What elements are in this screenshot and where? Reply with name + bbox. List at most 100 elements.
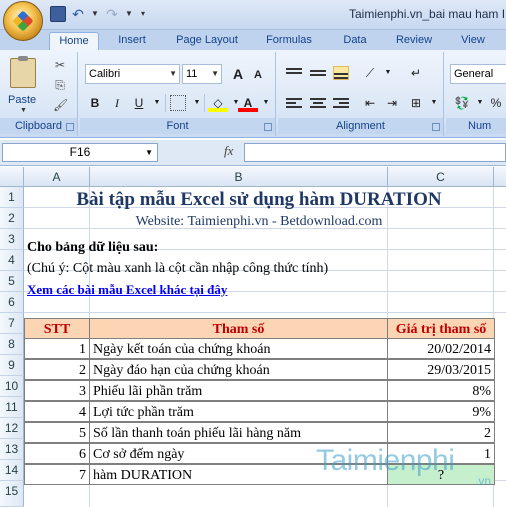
align-top-icon[interactable] [286,66,302,80]
accounting-format-icon[interactable]: 💱 [452,94,472,112]
row-header[interactable]: 5 [0,271,24,292]
insert-function-button[interactable]: fx [224,143,233,159]
table-cell-param[interactable]: Ngày kết toán của chứng khoán [89,338,388,359]
tab-view[interactable]: View [452,32,494,50]
row-header[interactable]: 15 [0,481,24,507]
copy-icon[interactable]: ⎘ [53,78,67,92]
align-left-icon[interactable] [286,96,302,110]
row-header[interactable]: 11 [0,397,24,418]
select-all-corner[interactable] [0,167,24,187]
examples-link[interactable]: Xem các bài mẫu Excel khác tại đây [27,279,227,300]
borders-icon[interactable] [170,95,186,111]
website-line[interactable]: Website: Taimienphi.vn - Betdownload.com [24,211,494,232]
sheet-title[interactable]: Bài tập mẫu Excel sử dụng hàm DURATION [24,189,494,210]
align-middle-icon[interactable] [310,68,326,82]
undo-dropdown-icon[interactable]: ▼ [90,6,100,22]
table-cell-param[interactable]: Số lần thanh toán phiếu lãi hàng năm [89,422,388,443]
tab-page-layout[interactable]: Page Layout [168,32,246,50]
format-painter-icon[interactable]: 🖌 [53,98,68,112]
align-center-icon[interactable] [310,96,326,110]
table-cell-stt[interactable]: 5 [24,422,90,443]
font-size-select[interactable]: 11 ▼ [182,64,222,84]
bold-button[interactable]: B [85,94,105,112]
row-header[interactable]: 13 [0,439,24,460]
orientation-icon[interactable]: ⟋ [360,64,380,82]
row-header[interactable]: 7 [0,313,24,334]
column-header-b[interactable]: B [90,167,388,187]
underline-dropdown-icon[interactable]: ▼ [147,94,167,112]
office-button[interactable] [3,1,43,41]
tab-data[interactable]: Data [334,32,376,50]
underline-button[interactable]: U [129,94,149,112]
table-header-param[interactable]: Tham số [89,318,388,339]
clipboard-launcher-icon[interactable] [66,123,74,131]
table-cell-value[interactable]: 29/03/2015 [387,359,495,380]
font-color-button[interactable]: A [238,94,258,112]
table-cell-value[interactable]: 8% [387,380,495,401]
paste-icon[interactable] [10,56,36,88]
table-cell-stt[interactable]: 1 [24,338,90,359]
decrease-indent-icon[interactable]: ⇤ [360,94,380,112]
align-right-icon[interactable] [333,96,349,110]
redo-dropdown-icon[interactable]: ▼ [124,6,134,22]
row-header[interactable]: 3 [0,229,24,250]
paste-button[interactable]: Paste [8,94,36,106]
customize-qat-icon[interactable]: ▾ [138,6,148,22]
column-header-a[interactable]: A [24,167,90,187]
row-header[interactable]: 10 [0,376,24,397]
table-header-stt[interactable]: STT [24,318,90,339]
merge-dropdown-icon[interactable]: ▼ [424,94,444,112]
formula-input[interactable] [244,143,506,162]
table-cell-stt[interactable]: 6 [24,443,90,464]
tab-review[interactable]: Review [388,32,440,50]
table-cell-stt[interactable]: 4 [24,401,90,422]
align-bottom-icon[interactable] [333,66,349,80]
tab-formulas[interactable]: Formulas [258,32,320,50]
row-header[interactable]: 4 [0,250,24,271]
table-cell-param[interactable]: Phiếu lãi phần trăm [89,380,388,401]
tab-home[interactable]: Home [49,32,99,50]
note-text[interactable]: (Chú ý: Cột màu xanh là cột cần nhập côn… [27,258,328,279]
percent-style-button[interactable]: % [486,94,506,112]
row-header[interactable]: 6 [0,292,24,313]
row-header[interactable]: 12 [0,418,24,439]
column-header-c[interactable]: C [388,167,494,187]
italic-button[interactable]: I [107,94,127,112]
row-header[interactable]: 1 [0,187,24,208]
fill-color-icon[interactable]: ◇ [208,94,228,112]
undo-icon[interactable]: ↶ [70,6,86,22]
table-cell-stt[interactable]: 2 [24,359,90,380]
clipboard-group: Paste ▼ ✂ ⎘ 🖌 Clipboard [0,52,78,136]
save-icon[interactable] [50,6,66,22]
table-header-value[interactable]: Giá trị tham số [387,318,495,339]
font-color-dropdown-icon[interactable]: ▼ [256,94,276,112]
row-header[interactable]: 14 [0,460,24,481]
table-cell-value[interactable]: 9% [387,401,495,422]
increase-indent-icon[interactable]: ⇥ [382,94,402,112]
table-cell-stt[interactable]: 3 [24,380,90,401]
table-cell-value[interactable]: 2 [387,422,495,443]
number-format-select[interactable]: General [450,64,506,84]
font-name-select[interactable]: Calibri ▼ [85,64,180,84]
number-format-value: General [454,68,494,80]
table-cell-param[interactable]: Lợi tức phần trăm [89,401,388,422]
merge-center-icon[interactable]: ⊞ [406,94,426,112]
table-cell-param[interactable]: Ngày đáo hạn của chứng khoán [89,359,388,380]
table-cell-stt[interactable]: 7 [24,464,90,485]
row-header[interactable]: 2 [0,208,24,229]
shrink-font-button[interactable]: A [248,66,268,84]
paste-dropdown-icon[interactable]: ▼ [20,107,27,114]
wrap-text-icon[interactable]: ↵ [406,64,426,82]
font-launcher-icon[interactable] [264,123,272,131]
redo-icon[interactable]: ↷ [104,6,120,22]
row-header[interactable]: 9 [0,355,24,376]
alignment-launcher-icon[interactable] [432,123,440,131]
grow-font-button[interactable]: A [228,65,248,83]
data-prompt[interactable]: Cho bảng dữ liệu sau: [27,237,158,258]
cut-icon[interactable]: ✂ [53,58,67,72]
tab-insert[interactable]: Insert [108,32,156,50]
name-box[interactable]: F16 ▼ [2,143,158,162]
row-header[interactable]: 8 [0,334,24,355]
orientation-dropdown-icon[interactable]: ▼ [378,64,398,82]
table-cell-value[interactable]: 20/02/2014 [387,338,495,359]
